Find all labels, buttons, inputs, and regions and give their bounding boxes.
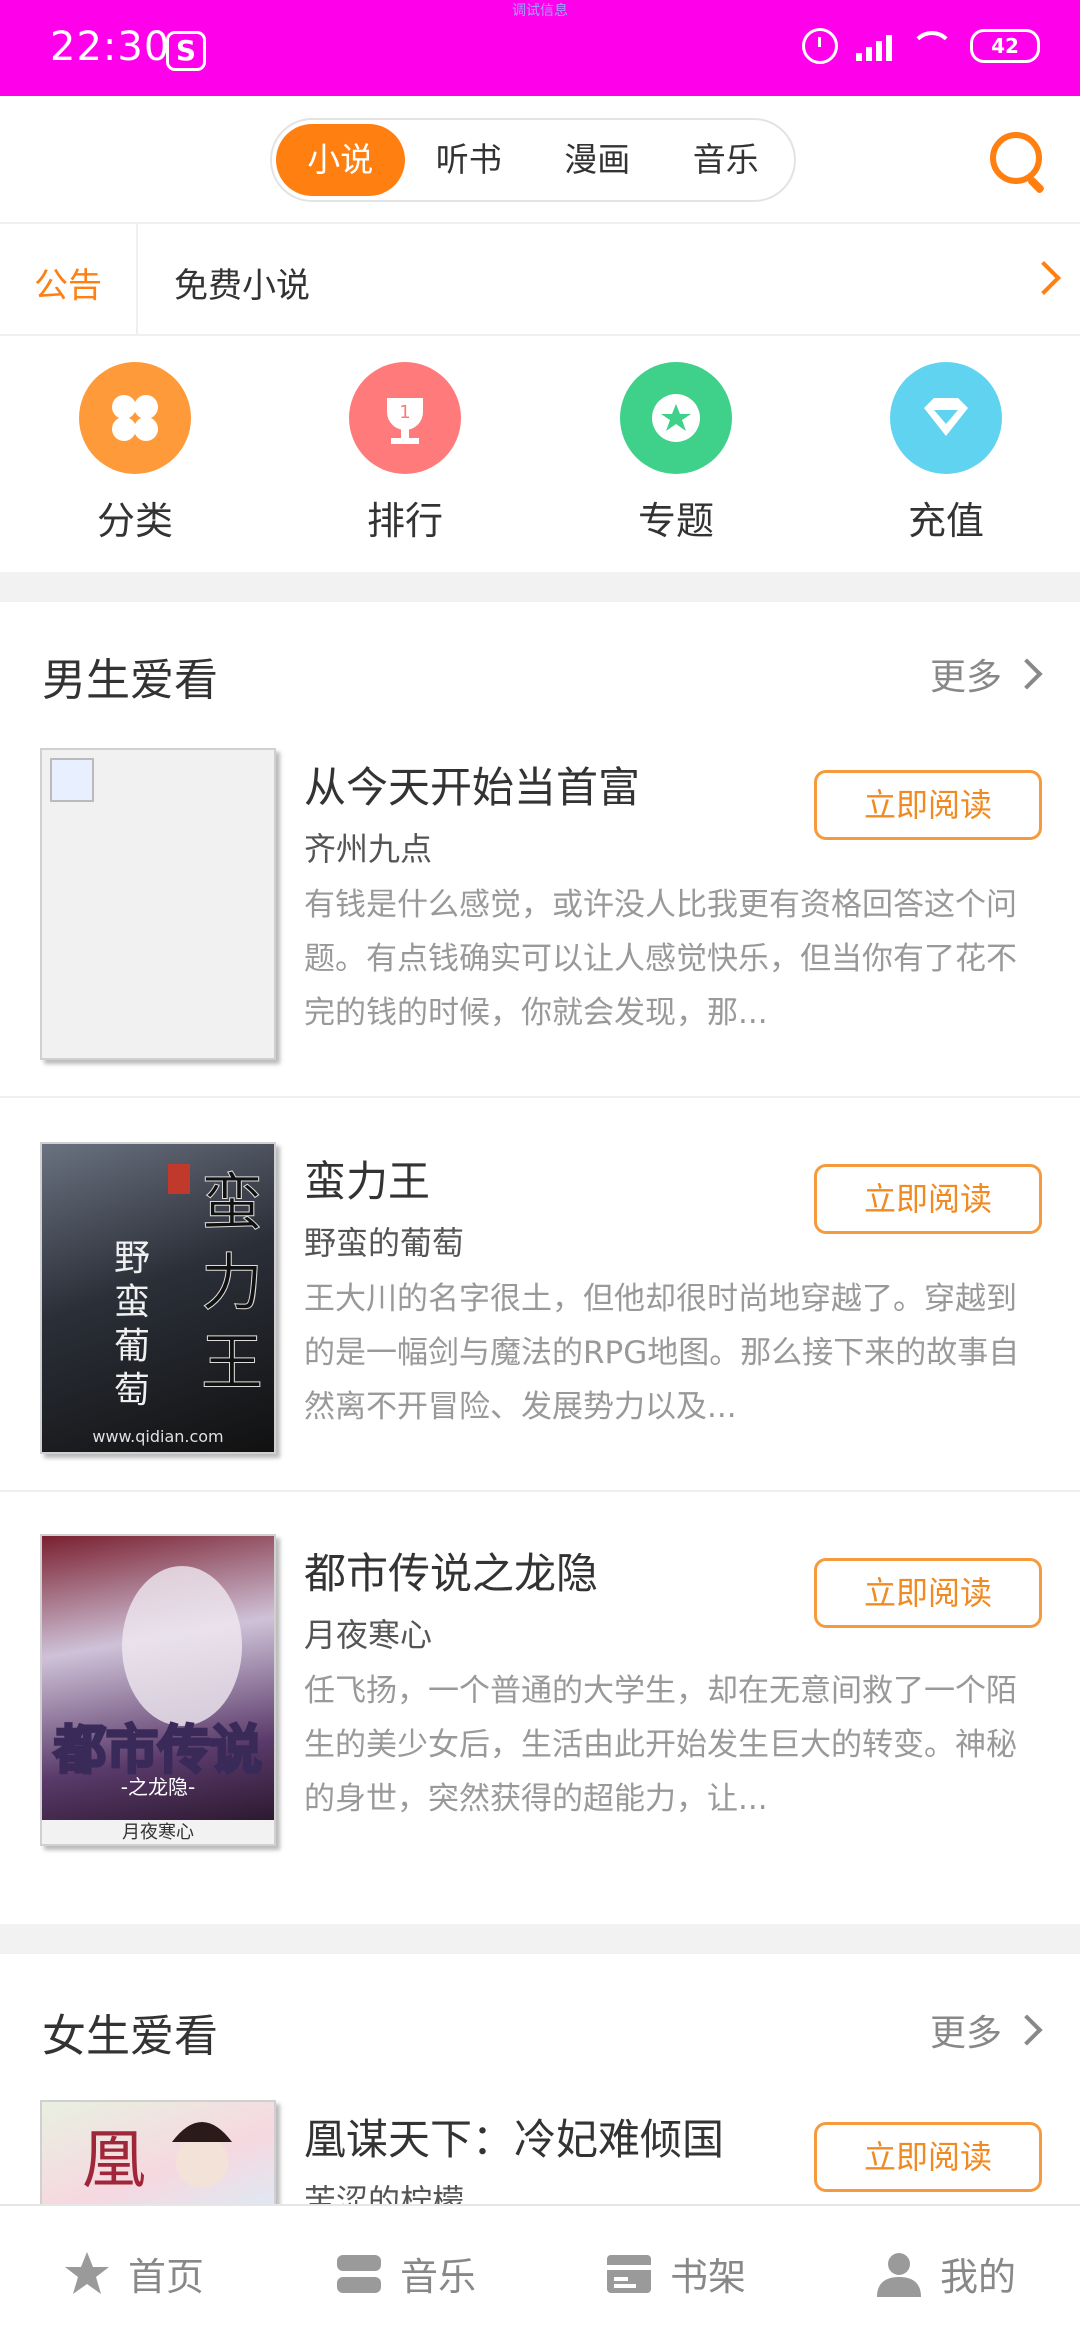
book-description: 有钱是什么感觉，或许没人比我更有资格回答这个问题。有点钱确实可以让人感觉快乐，但…	[304, 887, 1017, 1031]
book-cover[interactable]	[40, 748, 276, 1060]
star-icon	[65, 2251, 109, 2294]
status-bar: 调试信息 22:30 S 42	[0, 0, 1080, 96]
alarm-icon	[802, 28, 838, 64]
chevron-right-icon	[1011, 2014, 1043, 2046]
chevron-right-icon	[1011, 658, 1043, 690]
nav-profile[interactable]: 我的	[874, 2246, 1016, 2301]
broken-image-icon	[50, 758, 94, 802]
entry-label: 排行	[366, 499, 443, 543]
section-title: 男生爱看	[42, 655, 218, 706]
book-title[interactable]: 蛮力王	[304, 1148, 430, 1209]
more-link[interactable]: 更多	[930, 648, 1002, 700]
svg-text:力: 力	[201, 1246, 263, 1319]
entry-label: 分类	[96, 499, 173, 543]
svg-text:1: 1	[399, 402, 410, 423]
svg-text:月夜寒心: 月夜寒心	[122, 1822, 194, 1843]
read-now-button[interactable]: 立即阅读	[814, 2122, 1042, 2192]
entry-topics[interactable]: 专题	[596, 362, 756, 545]
svg-text:-之龙隐-: -之龙隐-	[121, 1775, 195, 1799]
svg-text:王: 王	[201, 1326, 263, 1399]
book-description: 王大川的名字很土，但他却很时尚地穿越了。穿越到的是一幅剑与魔法的RPG地图。那么…	[304, 1281, 1020, 1425]
bottom-nav: 首页 音乐 书架 我的	[0, 2204, 1080, 2342]
entry-ranking[interactable]: 1 排行	[325, 362, 485, 545]
notice-bar[interactable]: 公告 免费小说	[0, 222, 1080, 336]
wifi-icon	[910, 31, 954, 61]
entry-recharge[interactable]: 充值	[866, 362, 1026, 545]
row-divider	[0, 1490, 1080, 1492]
entry-label: 专题	[637, 499, 714, 543]
nav-label: 首页	[128, 2255, 205, 2299]
book-title[interactable]: 从今天开始当首富	[304, 754, 640, 815]
notice-label: 公告	[34, 266, 102, 306]
star-icon	[620, 362, 732, 474]
nav-home[interactable]: 首页	[62, 2246, 204, 2301]
nav-label: 书架	[670, 2255, 747, 2299]
book-author: 齐州九点	[304, 830, 433, 868]
battery-icon: 42	[970, 29, 1040, 63]
entry-category[interactable]: 分类	[55, 362, 215, 545]
cover-title: 蛮	[201, 1166, 263, 1239]
svg-text:凰: 凰	[82, 2124, 146, 2198]
more-link[interactable]: 更多	[930, 2004, 1002, 2056]
music-icon	[337, 2254, 381, 2293]
tab-audiobook[interactable]: 听书	[405, 124, 534, 196]
tab-novel[interactable]: 小说	[276, 124, 405, 196]
tab-comic[interactable]: 漫画	[533, 124, 662, 196]
read-now-button[interactable]: 立即阅读	[814, 770, 1042, 840]
bookshelf-icon	[607, 2254, 651, 2293]
book-title[interactable]: 都市传说之龙隐	[304, 1540, 598, 1601]
category-tabs: 小说 听书 漫画 音乐	[270, 118, 796, 202]
search-icon[interactable]	[990, 132, 1042, 184]
book-title[interactable]: 凰谋天下：冷妃难倾国	[304, 2106, 724, 2167]
svg-text:野: 野	[114, 1238, 150, 1279]
signal-icon	[856, 31, 892, 61]
entry-label: 充值	[907, 499, 984, 543]
grid-icon	[79, 362, 191, 474]
status-icons: 42	[802, 28, 1040, 64]
book-cover[interactable]: 蛮 力 王 野 蛮 葡 萄 www.qidian.com	[40, 1142, 276, 1454]
nav-bookshelf[interactable]: 书架	[604, 2246, 746, 2301]
user-icon	[877, 2252, 921, 2297]
section-gap	[0, 572, 1080, 602]
app-notification-icon: S	[166, 31, 206, 71]
trophy-icon: 1	[349, 362, 461, 474]
book-author: 野蛮的葡萄	[304, 1224, 465, 1262]
book-cover[interactable]: 凰	[40, 2100, 276, 2206]
chevron-right-icon	[1027, 261, 1061, 295]
section-gap	[0, 1924, 1080, 1954]
svg-text:都市传说: 都市传说	[53, 1721, 262, 1781]
section-title: 女生爱看	[42, 2011, 218, 2062]
book-cover[interactable]: 都市传说 -之龙隐- 月夜寒心	[40, 1534, 276, 1846]
read-now-button[interactable]: 立即阅读	[814, 1164, 1042, 1234]
status-debug-text: 调试信息	[512, 3, 568, 19]
svg-text:www.qidian.com: www.qidian.com	[92, 1427, 223, 1446]
notice-text: 免费小说	[174, 266, 310, 306]
svg-text:蛮: 蛮	[114, 1282, 150, 1323]
status-time: 22:30	[50, 24, 171, 70]
book-author: 月夜寒心	[304, 1616, 433, 1654]
read-now-button[interactable]: 立即阅读	[814, 1558, 1042, 1628]
nav-label: 音乐	[400, 2255, 477, 2299]
svg-text:葡: 葡	[114, 1326, 150, 1367]
nav-label: 我的	[940, 2255, 1017, 2299]
svg-text:萄: 萄	[114, 1370, 150, 1411]
nav-music[interactable]: 音乐	[334, 2246, 476, 2301]
diamond-icon	[890, 362, 1002, 474]
notice-divider	[136, 224, 138, 334]
tab-music[interactable]: 音乐	[662, 124, 791, 196]
row-divider	[0, 1096, 1080, 1098]
book-author: 苦涩的柠檬	[304, 2182, 465, 2204]
book-description: 任飞扬，一个普通的大学生，却在无意间救了一个陌生的美少女后，生活由此开始发生巨大…	[304, 1673, 1017, 1817]
